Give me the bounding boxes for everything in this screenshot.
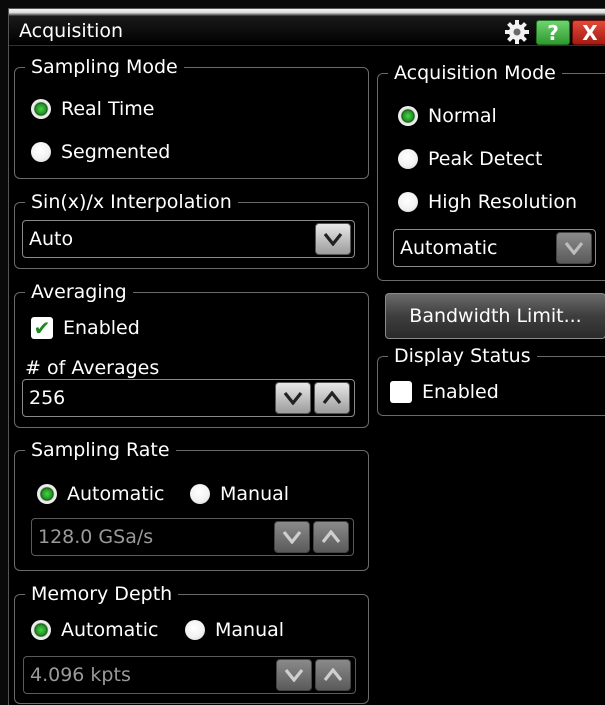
averages-count-input[interactable]: 256: [22, 379, 355, 417]
memory-depth-manual-radio[interactable]: Manual: [185, 619, 284, 641]
acquisition-dialog: Acquisition ? X Sampling Mode Real Time …: [8, 8, 605, 705]
resolution-dropdown-button[interactable]: [556, 232, 592, 264]
radio-selected-icon: [31, 99, 51, 119]
checkmark-icon: ✔: [31, 316, 53, 340]
memory-depth-manual-label: Manual: [215, 619, 285, 641]
memory-depth-title: Memory Depth: [25, 582, 179, 606]
sampling-rate-title: Sampling Rate: [25, 438, 176, 462]
sampling-rate-input[interactable]: 128.0 GSa/s: [31, 518, 354, 556]
memory-depth-automatic-label: Automatic: [61, 619, 159, 641]
radio-unselected-icon: [185, 620, 205, 640]
dialog-title: Acquisition: [19, 20, 124, 42]
resolution-value: Automatic: [400, 237, 498, 259]
radio-real-time[interactable]: Real Time: [31, 98, 155, 120]
memory-depth-decrement-button[interactable]: [276, 659, 312, 691]
interpolation-value: Auto: [29, 228, 74, 250]
display-status-group: Display Status Enabled: [377, 344, 605, 416]
help-icon: ?: [547, 20, 559, 45]
interpolation-group: Sin(x)/x Interpolation Auto: [14, 190, 369, 269]
close-button[interactable]: X: [572, 20, 605, 45]
chevron-down-icon: [282, 531, 302, 544]
radio-real-time-label: Real Time: [61, 98, 155, 120]
chevron-down-icon: [283, 392, 303, 405]
averages-count-value: 256: [29, 387, 66, 409]
gear-icon: [505, 19, 529, 44]
averages-count-label: # of Averages: [25, 357, 160, 379]
acquisition-peak-detect-radio[interactable]: Peak Detect: [398, 148, 543, 170]
memory-depth-value: 4.096 kpts: [30, 664, 131, 686]
interpolation-dropdown-button[interactable]: [315, 223, 351, 255]
averaging-enabled-label: Enabled: [63, 317, 140, 339]
bandwidth-limit-button[interactable]: Bandwidth Limit...: [385, 293, 605, 339]
chevron-down-icon: [323, 233, 343, 246]
averages-decrement-button[interactable]: [275, 382, 311, 414]
interpolation-title: Sin(x)/x Interpolation: [25, 190, 238, 214]
display-status-title: Display Status: [388, 344, 537, 368]
averaging-title: Averaging: [25, 280, 133, 304]
settings-button[interactable]: [502, 19, 532, 44]
sampling-rate-group: Sampling Rate Automatic Manual 128.0 GSa…: [14, 438, 369, 571]
acquisition-mode-group: Acquisition Mode Normal Peak Detect High…: [377, 61, 605, 281]
help-button[interactable]: ?: [536, 20, 570, 45]
chevron-down-icon: [284, 669, 304, 682]
resolution-dropdown[interactable]: Automatic: [393, 229, 596, 267]
sampling-rate-automatic-label: Automatic: [67, 483, 165, 505]
acquisition-normal-label: Normal: [428, 105, 497, 127]
sampling-rate-manual-radio[interactable]: Manual: [190, 483, 289, 505]
radio-selected-icon: [31, 620, 51, 640]
sampling-rate-decrement-button[interactable]: [274, 521, 310, 553]
sampling-mode-title: Sampling Mode: [25, 55, 184, 79]
acquisition-high-resolution-radio[interactable]: High Resolution: [398, 191, 577, 213]
memory-depth-increment-button[interactable]: [315, 659, 351, 691]
radio-selected-icon: [37, 484, 57, 504]
radio-selected-icon: [398, 106, 418, 126]
acquisition-high-resolution-label: High Resolution: [428, 191, 577, 213]
display-status-enabled-checkbox[interactable]: Enabled: [390, 381, 499, 403]
averaging-group: Averaging ✔ Enabled # of Averages 256: [14, 280, 369, 428]
radio-segmented-label: Segmented: [61, 141, 171, 163]
title-bar[interactable]: Acquisition ? X: [9, 9, 605, 46]
radio-unselected-icon: [398, 149, 418, 169]
interpolation-dropdown[interactable]: Auto: [22, 220, 355, 258]
chevron-up-icon: [323, 668, 343, 681]
sampling-rate-manual-label: Manual: [220, 483, 290, 505]
radio-segmented[interactable]: Segmented: [31, 141, 170, 163]
memory-depth-group: Memory Depth Automatic Manual 4.096 kpts: [14, 582, 369, 704]
sampling-rate-value: 128.0 GSa/s: [38, 526, 154, 548]
averaging-enabled-checkbox[interactable]: ✔ Enabled: [31, 316, 140, 340]
acquisition-peak-detect-label: Peak Detect: [428, 148, 543, 170]
checkbox-unchecked-icon: [390, 381, 412, 403]
memory-depth-automatic-radio[interactable]: Automatic: [31, 619, 158, 641]
chevron-down-icon: [564, 242, 584, 255]
chevron-up-icon: [322, 391, 342, 404]
acquisition-mode-title: Acquisition Mode: [388, 61, 562, 85]
close-icon: X: [582, 20, 598, 45]
chevron-up-icon: [321, 530, 341, 543]
memory-depth-input[interactable]: 4.096 kpts: [23, 656, 356, 694]
acquisition-normal-radio[interactable]: Normal: [398, 105, 497, 127]
sampling-rate-automatic-radio[interactable]: Automatic: [37, 483, 164, 505]
radio-unselected-icon: [398, 192, 418, 212]
averages-increment-button[interactable]: [314, 382, 350, 414]
radio-unselected-icon: [31, 142, 51, 162]
sampling-rate-increment-button[interactable]: [313, 521, 349, 553]
radio-unselected-icon: [190, 484, 210, 504]
display-status-enabled-label: Enabled: [422, 381, 499, 403]
sampling-mode-group: Sampling Mode Real Time Segmented: [14, 55, 369, 179]
